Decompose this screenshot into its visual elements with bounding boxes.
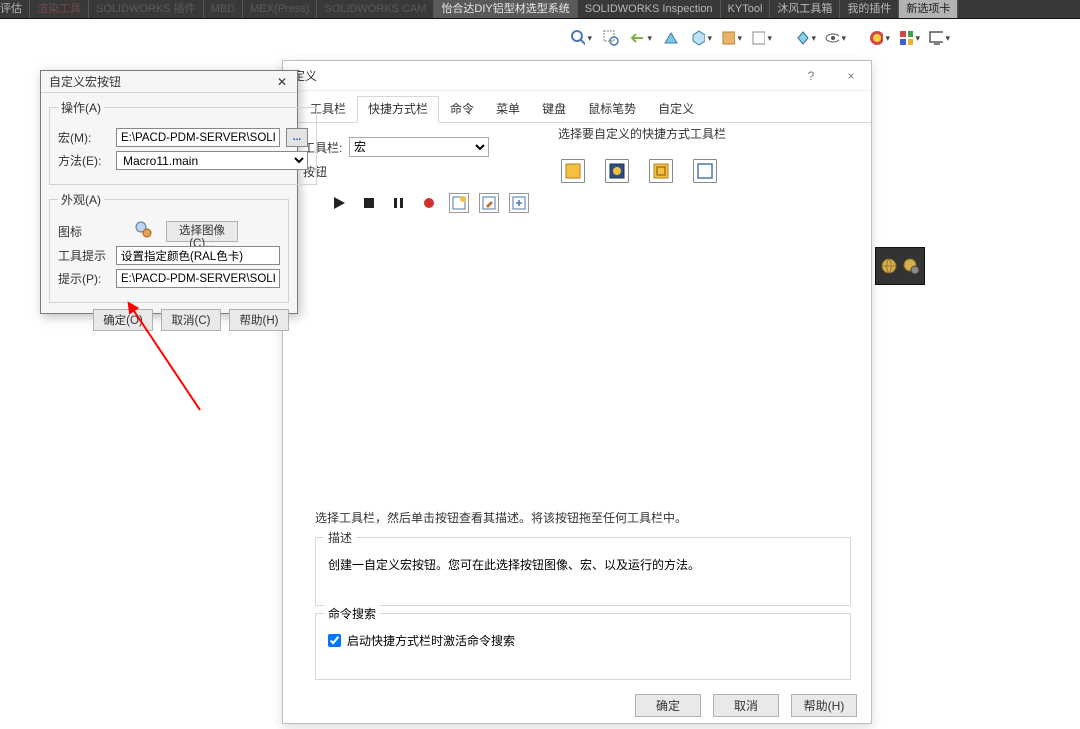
macro-stop-icon[interactable] (359, 193, 379, 213)
macro-dialog-title: 自定义宏按钮 (49, 73, 121, 90)
command-search-legend: 命令搜索 (324, 605, 380, 622)
view-orientation-icon[interactable] (690, 27, 712, 49)
macro-path-input[interactable] (116, 128, 280, 147)
tab-mufeng[interactable]: 沐风工具箱 (770, 0, 840, 18)
custom-macro-button-dialog: 自定义宏按钮 ✕ 操作(A) 宏(M): ... 方法(E): Macro11.… (40, 70, 298, 314)
zoom-area-icon[interactable] (600, 27, 622, 49)
view-heads-up-toolbar (570, 22, 1080, 54)
customize-dialog-title: 定义 (283, 67, 791, 84)
globe-new-icon[interactable] (880, 257, 898, 275)
tab-mouse-gestures[interactable]: 鼠标笔势 (577, 96, 647, 123)
macro-custom-button-icon[interactable] (509, 193, 529, 213)
macro-button-palette (329, 193, 529, 213)
action-legend: 操作(A) (58, 99, 104, 116)
action-group: 操作(A) 宏(M): ... 方法(E): Macro11.main (49, 99, 317, 185)
macro-cancel-button[interactable]: 取消(C) (161, 309, 221, 331)
description-text: 创建一自定义宏按钮。您可在此选择按钮图像、宏、以及运行的方法。 (328, 556, 838, 573)
browse-button[interactable]: ... (286, 128, 308, 147)
customize-tabs: 工具栏 快捷方式栏 命令 菜单 键盘 鼠标笔势 自定义 (283, 91, 871, 123)
tab-keyboard[interactable]: 键盘 (531, 96, 577, 123)
tooltip-input[interactable] (116, 246, 280, 265)
macro-dialog-footer: 确定(O) 取消(C) 帮助(H) (41, 309, 297, 335)
tab-kytool[interactable]: KYTool (721, 0, 771, 18)
edit-appearance-icon[interactable] (794, 27, 816, 49)
method-select[interactable]: Macro11.main (116, 151, 308, 170)
view-settings-icon[interactable] (898, 27, 920, 49)
apply-scene-icon[interactable] (868, 27, 890, 49)
drag-instruction: 选择工具栏，然后单击按钮查看其描述。将该按钮拖至任何工具栏中。 (315, 509, 687, 526)
shortcut-hint: 选择要自定义的快捷方式工具栏 (558, 125, 726, 142)
description-group: 描述 创建一自定义宏按钮。您可在此选择按钮图像、宏、以及运行的方法。 (315, 537, 851, 606)
tab-sw-inspection[interactable]: SOLIDWORKS Inspection (578, 0, 721, 18)
ok-button[interactable]: 确定 (635, 694, 701, 717)
tab-my-addin[interactable]: 我的插件 (840, 0, 899, 18)
toolbar-select[interactable]: 宏 (349, 137, 489, 157)
zoom-to-fit-icon[interactable] (570, 27, 592, 49)
macro-pause-icon[interactable] (389, 193, 409, 213)
appearance-legend: 外观(A) (58, 191, 104, 208)
shortcut-icon-3[interactable] (649, 159, 673, 183)
tab-sw-addins[interactable]: SOLIDWORKS 插件 (89, 0, 204, 18)
shortcut-tool-icons (561, 159, 717, 183)
command-manager-tabs[interactable]: 评估 渲染工具 SOLIDWORKS 插件 MBD MEX(Press) SOL… (0, 0, 1080, 19)
help-button[interactable]: ? (791, 61, 831, 91)
shortcut-icon-4[interactable] (693, 159, 717, 183)
shortcut-icon-1[interactable] (561, 159, 585, 183)
description-legend: 描述 (324, 529, 356, 546)
command-search-group: 命令搜索 启动快捷方式栏时激活命令搜索 (315, 613, 851, 680)
macro-run-icon[interactable] (329, 193, 349, 213)
macro-edit-icon[interactable] (479, 193, 499, 213)
prompt-input[interactable] (116, 269, 280, 288)
prompt-label: 提示(P): (58, 270, 110, 287)
macro-path-label: 宏(M): (58, 129, 110, 146)
hide-show-icon[interactable] (750, 27, 772, 49)
macro-dialog-titlebar[interactable]: 自定义宏按钮 ✕ (41, 71, 297, 93)
macro-record-icon[interactable] (419, 193, 439, 213)
icon-label: 图标 (58, 223, 110, 240)
tab-shortcut-bar[interactable]: 快捷方式栏 (357, 96, 439, 123)
macro-side-toolbar[interactable] (875, 247, 925, 285)
display-style-icon[interactable] (720, 27, 742, 49)
tab-mbd[interactable]: MBD (204, 0, 243, 18)
section-view-icon[interactable] (660, 27, 682, 49)
choose-image-button[interactable]: 选择图像(C)... (166, 221, 238, 242)
cancel-button[interactable]: 取消 (713, 694, 779, 717)
macro-help-button[interactable]: 帮助(H) (229, 309, 289, 331)
close-icon[interactable]: ✕ (273, 75, 291, 89)
viewport-icon[interactable] (928, 27, 950, 49)
appearance-group: 外观(A) 图标 选择图像(C)... 工具提示 提示(P): (49, 191, 289, 303)
close-button[interactable]: × (831, 61, 871, 91)
tooltip-label: 工具提示 (58, 247, 110, 264)
tab-new-tab[interactable]: 新选项卡 (899, 0, 958, 18)
tab-commands[interactable]: 命令 (439, 96, 485, 123)
activate-search-checkbox-row[interactable]: 启动快捷方式栏时激活命令搜索 (328, 632, 838, 649)
tab-render-tools[interactable]: 渲染工具 (30, 0, 89, 18)
macro-ok-button[interactable]: 确定(O) (93, 309, 153, 331)
eye-icon[interactable] (824, 27, 846, 49)
customize-dialog-titlebar[interactable]: 定义 ? × (283, 61, 871, 91)
macro-icon-preview (134, 220, 156, 242)
macro-new-icon[interactable] (449, 193, 469, 213)
tab-customization[interactable]: 自定义 (647, 96, 705, 123)
tab-evaluate[interactable]: 评估 (0, 0, 30, 18)
tab-mex[interactable]: MEX(Press) (243, 0, 317, 18)
button-preview-area (315, 221, 555, 501)
tab-sw-cam[interactable]: SOLIDWORKS CAM (317, 0, 434, 18)
customize-dialog-footer: 确定 取消 帮助(H) (635, 694, 857, 717)
activate-search-checkbox[interactable] (328, 634, 341, 647)
customize-dialog: 定义 ? × 工具栏 快捷方式栏 命令 菜单 键盘 鼠标笔势 自定义 选择要自定… (282, 60, 872, 724)
tab-yiheda[interactable]: 怡合达DIY铝型材选型系统 (434, 0, 577, 18)
globe-gear-icon[interactable] (902, 257, 920, 275)
tab-menus[interactable]: 菜单 (485, 96, 531, 123)
previous-view-icon[interactable] (630, 27, 652, 49)
method-label: 方法(E): (58, 152, 110, 169)
shortcut-icon-2[interactable] (605, 159, 629, 183)
help-button-2[interactable]: 帮助(H) (791, 694, 857, 717)
activate-search-label: 启动快捷方式栏时激活命令搜索 (347, 632, 515, 649)
